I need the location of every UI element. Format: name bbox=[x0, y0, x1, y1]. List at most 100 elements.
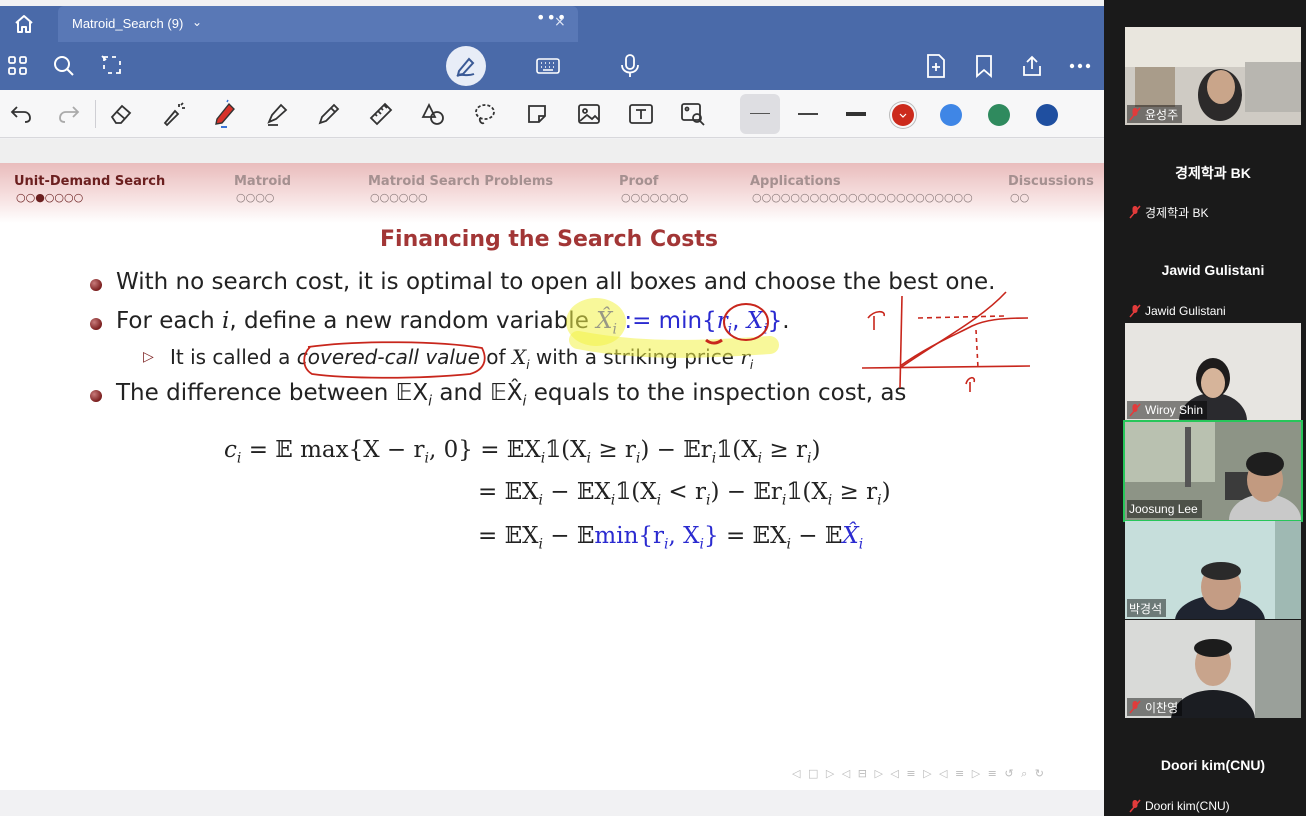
redo-icon[interactable] bbox=[52, 98, 86, 130]
document-tab[interactable]: Matroid_Search (9) ⌄ ••• × bbox=[58, 6, 578, 42]
keyboard-icon[interactable] bbox=[532, 50, 564, 82]
participant-name-tag: Doori kim(CNU) bbox=[1127, 797, 1234, 815]
bullet-text-1: With no search cost, it is optimal to op… bbox=[116, 269, 996, 295]
bullet-icon bbox=[90, 390, 102, 402]
sticker-icon[interactable] bbox=[520, 98, 554, 130]
nav-section-matroid[interactable]: Matroid bbox=[234, 174, 291, 189]
stroke-medium-option[interactable] bbox=[798, 113, 818, 115]
highlighter-icon[interactable] bbox=[260, 98, 294, 130]
participant-tile-active-speaker[interactable]: Joosung Lee bbox=[1123, 420, 1303, 522]
share-icon[interactable] bbox=[1016, 50, 1048, 82]
laser-pointer-icon[interactable] bbox=[156, 98, 190, 130]
stroke-thin-option[interactable] bbox=[740, 94, 780, 134]
participant-name-tag: Joosung Lee bbox=[1127, 500, 1202, 518]
sub-bullet-text: It is called a covered-call value of Xi … bbox=[170, 345, 753, 372]
nav-section-discussions[interactable]: Discussions bbox=[1008, 174, 1094, 189]
math-def: := min{ bbox=[617, 308, 717, 334]
eq-part: ) − 𝔼r bbox=[640, 437, 712, 463]
math-close: } bbox=[767, 308, 783, 334]
stroke-thick-option[interactable] bbox=[846, 112, 866, 116]
color-blue-swatch[interactable] bbox=[940, 104, 962, 126]
text-span: and 𝔼X̂ bbox=[432, 380, 523, 406]
mic-muted-icon bbox=[1129, 700, 1141, 714]
nav-dots[interactable]: ○○○○○○ bbox=[370, 191, 428, 204]
text-span: with a striking price bbox=[529, 345, 741, 369]
text-span: It is called a bbox=[170, 345, 297, 369]
home-icon[interactable] bbox=[10, 12, 38, 36]
participant-tile[interactable]: Wiroy Shin bbox=[1125, 323, 1301, 421]
nav-dots[interactable]: ○○○○○○○○○○○○○○○○○○○○○○○ bbox=[752, 191, 973, 204]
eq-part: < r bbox=[661, 479, 707, 505]
color-navy-swatch[interactable] bbox=[1036, 104, 1058, 126]
stroke-thin-preview bbox=[750, 113, 770, 114]
lasso-select-icon[interactable] bbox=[96, 50, 128, 82]
math-x: X bbox=[746, 308, 764, 334]
chevron-down-icon[interactable]: ⌄ bbox=[192, 15, 202, 29]
mic-muted-icon bbox=[1129, 107, 1141, 121]
participant-tile[interactable]: 경제학과 BK 경제학과 BK bbox=[1125, 125, 1301, 223]
eq-part: = 𝔼X bbox=[478, 523, 539, 549]
color-red-swatch[interactable] bbox=[892, 104, 914, 126]
participant-name: 경제학과 BK bbox=[1145, 205, 1209, 220]
tools-toolbar bbox=[0, 90, 1104, 138]
nav-section-proof[interactable]: Proof bbox=[619, 174, 658, 189]
nav-dots[interactable]: ○○●○○○○ bbox=[16, 191, 83, 204]
tab-title: Matroid_Search (9) bbox=[72, 16, 184, 31]
pencil-icon[interactable] bbox=[312, 98, 346, 130]
mic-muted-icon bbox=[1129, 205, 1141, 219]
participant-tile[interactable]: 이찬영 bbox=[1125, 620, 1301, 718]
participant-tile[interactable]: 윤성주 bbox=[1125, 27, 1301, 125]
ruler-icon[interactable] bbox=[364, 98, 398, 130]
add-page-icon[interactable] bbox=[920, 50, 952, 82]
more-icon[interactable] bbox=[1064, 50, 1096, 82]
text-span: For each bbox=[116, 308, 223, 334]
microphone-icon[interactable] bbox=[614, 50, 646, 82]
bullet-icon bbox=[90, 318, 102, 330]
eq-part: ) bbox=[811, 437, 821, 463]
color-green-swatch[interactable] bbox=[988, 104, 1010, 126]
grid-icon[interactable] bbox=[2, 50, 34, 82]
eq-part: , 0} = 𝔼X bbox=[429, 437, 541, 463]
participant-name: 윤성주 bbox=[1145, 107, 1179, 122]
app-window: Matroid_Search (9) ⌄ ••• × Unit-Demand S… bbox=[0, 0, 1306, 816]
page-gutter-bottom bbox=[0, 790, 1104, 816]
participant-tile[interactable]: Jawid Gulistani Jawid Gulistani bbox=[1125, 224, 1301, 322]
nav-section-applications[interactable]: Applications bbox=[750, 174, 841, 189]
nav-dots[interactable]: ○○○○ bbox=[236, 191, 274, 204]
nav-dots[interactable]: ○○○○○○○ bbox=[621, 191, 688, 204]
text-box-icon[interactable] bbox=[624, 98, 658, 130]
math-r: r bbox=[740, 345, 750, 369]
undo-icon[interactable] bbox=[4, 98, 38, 130]
eq-part: ≥ r bbox=[591, 437, 636, 463]
slide-page[interactable]: Unit-Demand Search ○○●○○○○ Matroid ○○○○ … bbox=[0, 163, 1104, 790]
participant-name-tag: 이찬영 bbox=[1127, 698, 1183, 716]
lasso-icon[interactable] bbox=[468, 98, 502, 130]
eq-part: = 𝔼 max{X − r bbox=[248, 437, 425, 463]
participant-tile[interactable]: Doori kim(CNU) Doori kim(CNU) bbox=[1125, 719, 1301, 816]
math-sub: i bbox=[236, 450, 242, 467]
participants-panel: 윤성주 경제학과 BK 경제학과 BK Jawid Gulistani Jawi… bbox=[1104, 0, 1306, 816]
participant-tile[interactable]: 박경석 bbox=[1125, 521, 1301, 619]
eq-part: = 𝔼X bbox=[478, 479, 539, 505]
pen-mode-icon[interactable] bbox=[446, 46, 486, 86]
nav-section-matroid-search-problems[interactable]: Matroid Search Problems bbox=[368, 174, 553, 189]
beamer-navigation-symbols[interactable]: ◁ □ ▷ ◁ ⊟ ▷ ◁ ≡ ▷ ◁ ≡ ▷ ≡ ↺ ⌕ ↻ bbox=[792, 767, 1046, 781]
close-tab-icon[interactable]: × bbox=[554, 14, 566, 30]
participant-name: Wiroy Shin bbox=[1145, 403, 1204, 417]
nav-dots[interactable]: ○○ bbox=[1010, 191, 1029, 204]
equation-line-3: = 𝔼Xi − 𝔼min{ri, Xi} = 𝔼Xi − 𝔼X̂i bbox=[478, 523, 863, 553]
bookmark-icon[interactable] bbox=[968, 50, 1000, 82]
shapes-icon[interactable] bbox=[416, 98, 450, 130]
participant-name: Joosung Lee bbox=[1129, 502, 1198, 516]
equation-line-1: ci = 𝔼 max{X − ri, 0} = 𝔼Xi𝟙(Xi ≥ ri) − … bbox=[224, 437, 820, 467]
main-toolbar bbox=[0, 42, 1104, 90]
participant-name: Doori kim(CNU) bbox=[1145, 799, 1230, 813]
eraser-icon[interactable] bbox=[104, 98, 138, 130]
math-sub: i bbox=[749, 358, 754, 372]
image-icon[interactable] bbox=[572, 98, 606, 130]
image-search-icon[interactable] bbox=[676, 98, 710, 130]
search-icon[interactable] bbox=[48, 50, 80, 82]
nav-section-unit-demand[interactable]: Unit-Demand Search bbox=[14, 174, 165, 189]
participant-name-tag: Wiroy Shin bbox=[1127, 401, 1208, 419]
pen-icon[interactable] bbox=[208, 98, 242, 130]
